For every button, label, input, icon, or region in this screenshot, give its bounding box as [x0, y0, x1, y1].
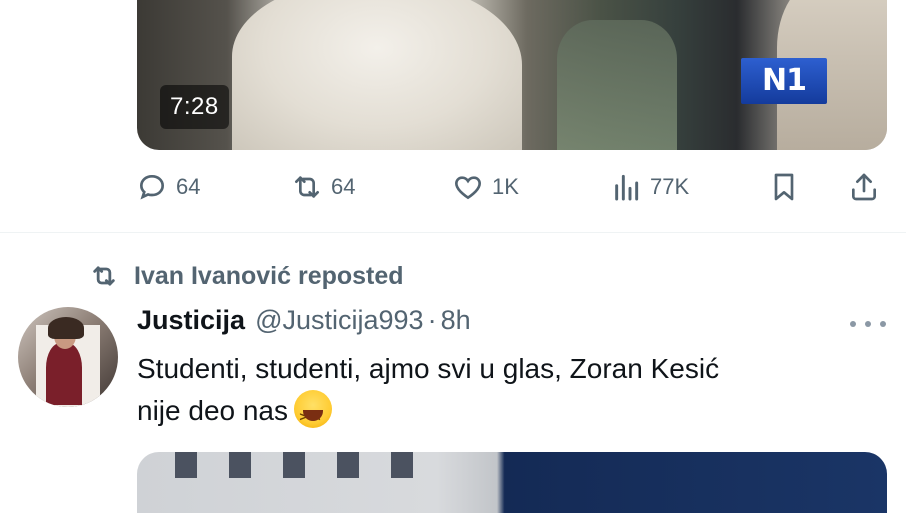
n1-watermark-logo: N1 [741, 58, 827, 104]
author-handle[interactable]: @Justicija993 [255, 305, 424, 336]
repost-indicator[interactable]: Ivan Ivanović reposted [90, 258, 404, 294]
repost-icon [93, 266, 115, 286]
repost-icon [295, 176, 319, 198]
tweet-media[interactable] [137, 452, 887, 513]
views-button[interactable]: 77K [610, 166, 689, 208]
share-button[interactable] [848, 166, 880, 208]
reply-icon [139, 174, 165, 200]
video-frame-figure [557, 20, 677, 150]
bookmark-button[interactable] [768, 166, 800, 208]
repost-indicator-text: Ivan Ivanović reposted [134, 261, 404, 290]
video-duration: 7:28 [160, 85, 229, 129]
reply-button[interactable]: 64 [136, 166, 200, 208]
tweet-text: Studenti, studenti, ajmo svi u glas, Zor… [137, 348, 877, 438]
author-name[interactable]: Justicija [137, 305, 245, 336]
like-icon [455, 176, 481, 200]
share-icon [852, 173, 876, 201]
repost-button[interactable]: 64 [291, 166, 355, 208]
like-button[interactable]: 1K [452, 166, 519, 208]
tweet-timestamp[interactable]: 8h [441, 305, 471, 336]
repost-count: 64 [331, 174, 356, 199]
views-icon [615, 174, 639, 201]
views-count: 77K [650, 174, 690, 199]
tweet-text-line: nije deo nas [137, 390, 877, 438]
header-separator: · [427, 305, 437, 335]
more-icon[interactable] [850, 312, 886, 336]
bookmark-icon [774, 173, 794, 201]
tweet-text-line: Studenti, studenti, ajmo svi u glas, Zor… [137, 353, 720, 384]
reply-count: 64 [176, 174, 201, 199]
tweet-action-bar: 64 64 1K 77K [0, 166, 906, 208]
tweet-header: Justicija @Justicija993 · 8h [137, 305, 471, 341]
like-count: 1K [492, 174, 519, 199]
video-frame-figure [232, 0, 522, 150]
grinning-squinting-face-emoji [294, 390, 333, 438]
avatar[interactable] [18, 307, 118, 407]
tweet-divider [0, 232, 906, 233]
